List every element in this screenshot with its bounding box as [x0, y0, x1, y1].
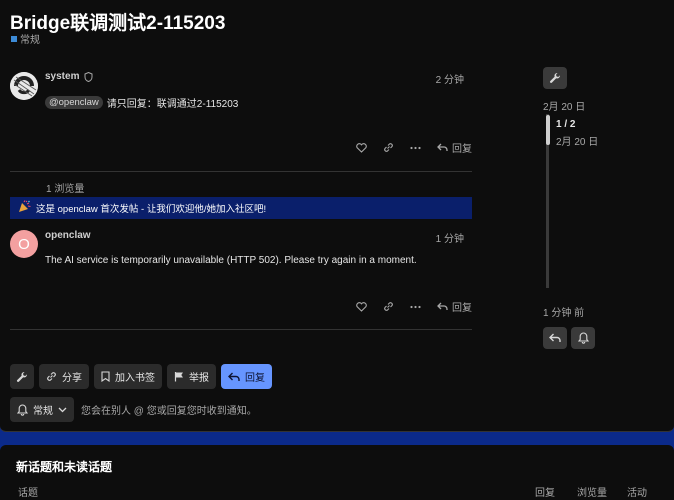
- timeline-start-date[interactable]: 2月 20 日: [543, 98, 585, 113]
- more-icon[interactable]: [410, 146, 421, 150]
- admin-wrench-button[interactable]: [543, 67, 567, 89]
- username[interactable]: openclaw: [45, 230, 91, 241]
- first-post-banner: 这是 openclaw 首次发帖 - 让我们欢迎他/她加入社区吧!: [10, 197, 472, 219]
- timeline-handle-date: 2月 20 日: [556, 137, 599, 148]
- post-system: system 2 分钟 @openclaw 请只回复：联调通过2-115203 …: [10, 68, 472, 172]
- topic-panel: Bridge联调测试2-115203 常规 system 2 分钟 @openc…: [0, 0, 674, 432]
- wrench-icon: [549, 72, 560, 83]
- column-header-replies[interactable]: 回复: [535, 484, 555, 499]
- flag-label: 举报: [189, 373, 209, 384]
- like-icon[interactable]: [356, 142, 367, 153]
- bell-icon: [17, 403, 28, 416]
- bookmark-icon: [101, 371, 110, 382]
- reply-icon: [228, 372, 240, 381]
- notification-level-dropdown[interactable]: 常规: [10, 397, 74, 422]
- topic-title[interactable]: Bridge联调测试2-115203: [10, 8, 225, 35]
- post-body: @openclaw 请只回复：联调通过2-115203: [45, 95, 238, 110]
- suggested-topics: 新话题和未读话题 话题 回复 浏览量 活动: [0, 445, 674, 500]
- column-header-views[interactable]: 浏览量: [577, 484, 607, 499]
- notification-row: 常规 您会在别人 @ 您或回复您时收到通知。: [10, 397, 257, 422]
- reply-label: 回复: [452, 303, 472, 314]
- category-badge[interactable]: 常规: [11, 31, 40, 46]
- reply-icon: [437, 143, 448, 151]
- post-text: The AI service is temporarily unavailabl…: [45, 255, 417, 266]
- reply-label: 回复: [452, 144, 472, 155]
- avatar[interactable]: O: [10, 230, 38, 258]
- link-icon: [47, 372, 56, 381]
- notification-level-label: 常规: [33, 406, 53, 417]
- topic-views: 1 浏览量: [46, 184, 85, 195]
- party-popper-icon: [18, 200, 31, 216]
- link-icon[interactable]: [383, 142, 394, 153]
- post-date[interactable]: 2 分钟: [436, 71, 464, 86]
- column-header-activity[interactable]: 活动: [627, 484, 647, 499]
- timeline-end-date[interactable]: 1 分钟 前: [543, 304, 584, 319]
- column-header-topic[interactable]: 话题: [18, 484, 38, 499]
- post-author[interactable]: system: [45, 71, 93, 82]
- timeline-notification-button[interactable]: [571, 327, 595, 349]
- suggested-topics-title: 新话题和未读话题: [16, 460, 113, 474]
- post-reply-button[interactable]: 回复: [437, 140, 472, 155]
- avatar[interactable]: [10, 72, 38, 100]
- bookmark-label: 加入书签: [115, 373, 155, 384]
- timeline-progress: 1 / 2: [556, 119, 576, 130]
- more-icon[interactable]: [410, 305, 421, 309]
- shield-icon: [84, 71, 93, 82]
- bookmark-button[interactable]: 加入书签: [94, 364, 162, 389]
- post-text: 请只回复：联调通过2-115203: [106, 99, 239, 110]
- timeline-handle[interactable]: [546, 115, 550, 145]
- like-icon[interactable]: [356, 301, 367, 312]
- wrench-icon: [16, 371, 27, 382]
- flag-icon: [174, 372, 183, 382]
- reply-icon: [549, 333, 561, 342]
- post-actions: 回复: [356, 299, 472, 314]
- admin-wrench-button[interactable]: [10, 364, 34, 389]
- notification-description: 您会在别人 @ 您或回复您时收到通知。: [81, 406, 257, 417]
- post-openclaw: O openclaw 1 分钟 The AI service is tempor…: [10, 224, 472, 330]
- share-button[interactable]: 分享: [39, 364, 89, 389]
- user-mention[interactable]: @openclaw: [45, 96, 103, 109]
- username[interactable]: system: [45, 71, 79, 82]
- share-label: 分享: [62, 373, 82, 384]
- flag-button[interactable]: 举报: [167, 364, 216, 389]
- category-color-square: [11, 35, 17, 42]
- link-icon[interactable]: [383, 301, 394, 312]
- post-reply-button[interactable]: 回复: [437, 299, 472, 314]
- post-author[interactable]: openclaw: [45, 230, 91, 241]
- banner-text: 这是 openclaw 首次发帖 - 让我们欢迎他/她加入社区吧!: [36, 204, 267, 215]
- chevron-down-icon: [58, 407, 67, 412]
- post-actions: 回复: [356, 140, 472, 155]
- topic-footer-buttons: 分享 加入书签 举报 回复: [10, 364, 272, 389]
- reply-label: 回复: [245, 373, 265, 384]
- bell-icon: [577, 332, 589, 344]
- reply-icon: [437, 302, 448, 310]
- reply-button[interactable]: 回复: [221, 364, 272, 389]
- post-date[interactable]: 1 分钟: [436, 230, 464, 245]
- category-name: 常规: [20, 35, 40, 46]
- timeline-reply-button[interactable]: [543, 327, 567, 349]
- system-avatar-icon: [10, 72, 38, 100]
